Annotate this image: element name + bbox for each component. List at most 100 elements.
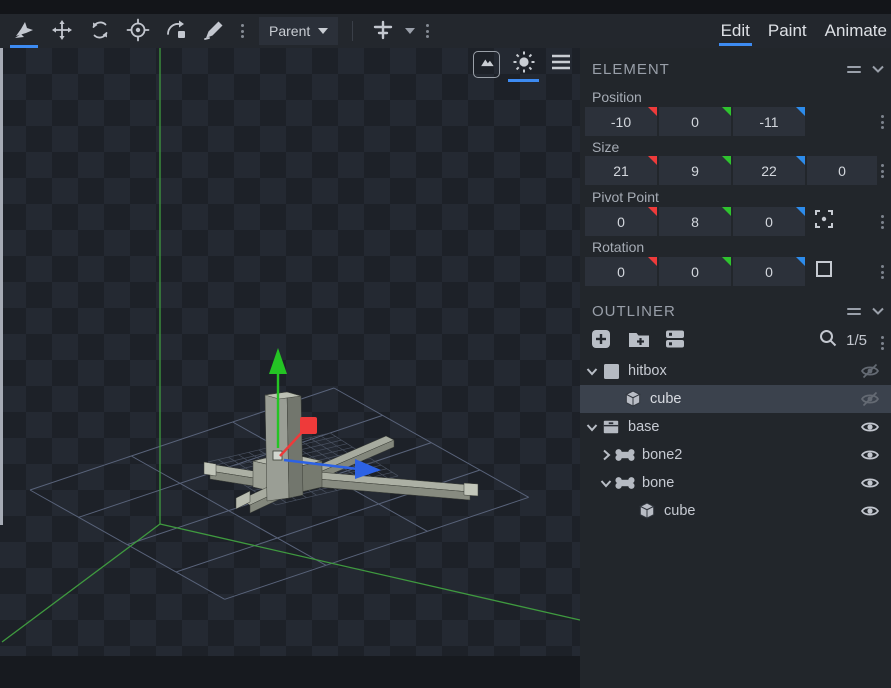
position-fields: -10 0 -11 <box>585 107 805 136</box>
parent-dropdown[interactable]: Parent <box>259 17 338 45</box>
transform-overflow-menu[interactable] <box>421 24 434 38</box>
outliner-columns-toggle-button[interactable] <box>662 328 687 353</box>
tree-row-hitbox[interactable]: hitbox <box>580 357 891 385</box>
chevron-right-icon[interactable] <box>598 449 614 461</box>
image-icon <box>477 52 497 77</box>
tree-row-label: bone2 <box>642 447 682 463</box>
rotation-fields: 0 0 0 <box>585 257 805 286</box>
outliner-panel-menu-icon[interactable] <box>847 308 861 315</box>
rotation-label: Rotation <box>592 239 644 255</box>
tree-row-bone2[interactable]: bone2 <box>580 441 891 469</box>
x-axis-corner <box>648 107 657 116</box>
rescale-toggle-button[interactable] <box>810 257 838 285</box>
tree-row-base[interactable]: base <box>580 413 891 441</box>
chevron-down-icon <box>318 28 328 34</box>
tree-row-label: hitbox <box>628 363 667 379</box>
outliner-toolbar: 1/5 <box>580 328 891 354</box>
z-axis-corner <box>796 107 805 116</box>
vertex-snap-tool-button[interactable] <box>160 16 192 46</box>
pivot-tool-button[interactable] <box>122 16 154 46</box>
outliner-panel-header: OUTLINER <box>580 298 891 324</box>
tab-paint[interactable]: Paint <box>766 14 809 48</box>
position-y-input[interactable]: 0 <box>659 107 731 136</box>
viewport-menu-button[interactable] <box>547 51 574 78</box>
position-x-input[interactable]: -10 <box>585 107 657 136</box>
model-cross-base[interactable] <box>204 436 478 513</box>
visibility-on-icon[interactable] <box>859 445 881 465</box>
search-count: 1/5 <box>846 332 867 349</box>
tab-edit[interactable]: Edit <box>719 14 752 48</box>
shading-toggle[interactable] <box>510 51 537 78</box>
visibility-off-icon[interactable] <box>859 361 881 381</box>
position-z-input[interactable]: -11 <box>733 107 805 136</box>
tree-row-cube-hitbox[interactable]: cube <box>580 385 891 413</box>
visibility-off-icon[interactable] <box>859 389 881 409</box>
size-inflate-input[interactable]: 0 <box>807 156 877 185</box>
viewport[interactable] <box>0 48 580 688</box>
z-axis-corner <box>796 156 805 165</box>
element-panel-collapse-button[interactable] <box>871 64 885 74</box>
visibility-on-icon[interactable] <box>859 473 881 493</box>
visibility-on-icon[interactable] <box>859 501 881 521</box>
outliner-menu-button[interactable] <box>879 332 886 354</box>
tool-overflow-menu[interactable] <box>236 24 249 38</box>
crate-icon <box>600 418 622 436</box>
rotate-tool-button[interactable] <box>84 16 116 46</box>
size-menu-button[interactable] <box>879 160 886 182</box>
main-toolbar: Parent Edit Paint Animate <box>0 14 891 48</box>
outliner-tree: hitbox cube <box>580 357 891 525</box>
rotation-y-input[interactable]: 0 <box>659 257 731 286</box>
x-axis-corner <box>648 257 657 266</box>
pivot-menu-button[interactable] <box>879 211 886 233</box>
circular-arrows-icon <box>88 18 112 45</box>
background-image-toggle[interactable] <box>473 51 500 78</box>
titlebar <box>0 0 891 14</box>
parent-dropdown-label: Parent <box>269 23 310 39</box>
cube-icon <box>622 389 644 409</box>
pivot-fields: 0 8 0 <box>585 207 805 236</box>
crosshair-circle-icon <box>125 17 151 46</box>
pivot-y-input[interactable]: 8 <box>659 207 731 236</box>
position-menu-button[interactable] <box>879 111 886 133</box>
tree-row-label: cube <box>664 503 695 519</box>
square-outline-icon <box>813 258 835 285</box>
brush-tool-button[interactable] <box>198 16 230 46</box>
pivot-x-input[interactable]: 0 <box>585 207 657 236</box>
hamburger-icon <box>550 52 572 77</box>
transform-space-button[interactable] <box>367 16 399 46</box>
transform-space-caret[interactable] <box>405 28 415 34</box>
tree-row-label: bone <box>642 475 674 491</box>
rotation-z-input[interactable]: 0 <box>733 257 805 286</box>
marker-pen-icon <box>202 18 226 45</box>
tool-group: Parent <box>0 16 434 46</box>
pivot-z-input[interactable]: 0 <box>733 207 805 236</box>
y-axis-corner <box>722 156 731 165</box>
add-cube-button[interactable] <box>588 328 613 353</box>
tree-row-cube-bone[interactable]: cube <box>580 497 891 525</box>
tree-row-bone[interactable]: bone <box>580 469 891 497</box>
visibility-on-icon[interactable] <box>859 417 881 437</box>
size-x-input[interactable]: 21 <box>585 156 657 185</box>
focus-pivot-button[interactable] <box>810 207 838 235</box>
viewport-scrollbar[interactable] <box>0 48 3 525</box>
world-axes <box>2 48 580 642</box>
y-axis-corner <box>722 207 731 216</box>
tab-animate[interactable]: Animate <box>823 14 889 48</box>
plus-handle-icon <box>371 18 395 45</box>
add-group-button[interactable] <box>626 328 651 353</box>
3d-scene[interactable] <box>0 48 580 688</box>
size-z-input[interactable]: 22 <box>733 156 805 185</box>
pivot-point-label: Pivot Point <box>592 189 659 205</box>
move-tool-button[interactable] <box>46 16 78 46</box>
size-y-input[interactable]: 9 <box>659 156 731 185</box>
rotation-menu-button[interactable] <box>879 261 886 283</box>
chevron-down-icon[interactable] <box>598 479 614 488</box>
element-panel-menu-icon[interactable] <box>847 66 861 73</box>
outliner-panel-collapse-button[interactable] <box>871 306 885 316</box>
chevron-down-icon[interactable] <box>584 423 600 432</box>
rotation-x-input[interactable]: 0 <box>585 257 657 286</box>
transform-tool-button[interactable] <box>8 16 40 46</box>
chevron-down-icon[interactable] <box>584 367 600 376</box>
search-icon[interactable] <box>818 328 838 353</box>
model-column[interactable] <box>265 392 303 501</box>
